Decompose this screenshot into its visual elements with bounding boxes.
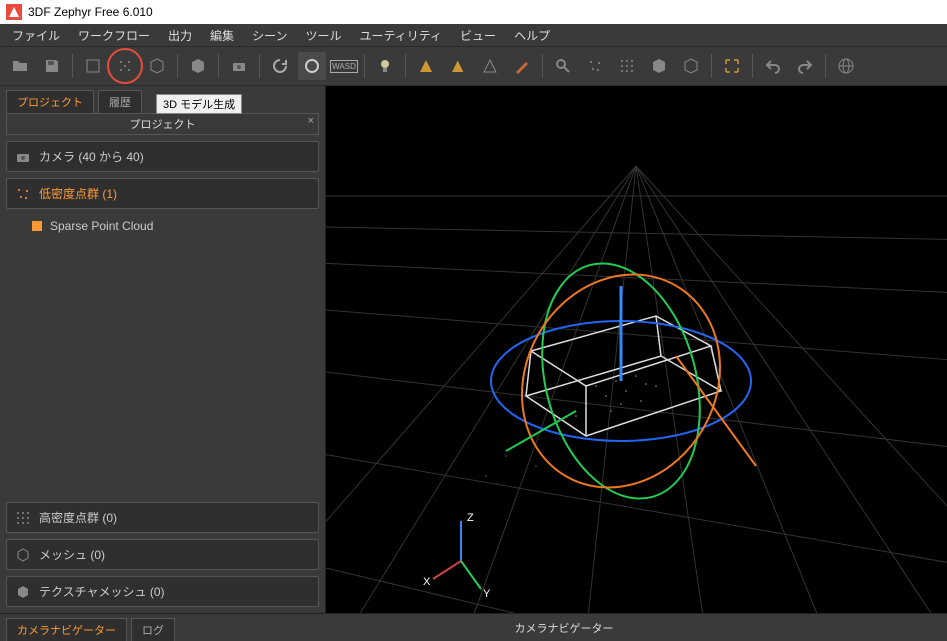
separator <box>259 54 260 78</box>
bottom-tabs: カメラナビゲーター ログ <box>0 614 181 641</box>
textured-mesh-icon <box>15 584 31 600</box>
tab-project[interactable]: プロジェクト <box>6 90 94 113</box>
window-title: 3DF Zephyr Free 6.010 <box>28 5 153 19</box>
panel-title: プロジェクト <box>130 119 196 131</box>
textured-mesh-label: テクスチャメッシュ (0) <box>39 583 165 600</box>
generate-3d-model-icon[interactable] <box>111 52 139 80</box>
mesh-icon <box>15 547 31 563</box>
menu-edit[interactable]: 編集 <box>202 25 242 46</box>
bottom-bar: カメラナビゲーター ログ カメラナビゲーター <box>0 613 947 641</box>
orbit-icon[interactable] <box>298 52 326 80</box>
bottom-panel-title: カメラナビゲーター <box>181 620 947 636</box>
axis-x-label: X <box>423 576 431 588</box>
menu-help[interactable]: ヘルプ <box>506 25 558 46</box>
mesh-item[interactable]: メッシュ (0) <box>6 539 319 570</box>
points-icon[interactable] <box>581 52 609 80</box>
refresh-icon[interactable] <box>266 52 294 80</box>
separator <box>825 54 826 78</box>
toolbar: WASD <box>0 46 947 86</box>
tri-icon-1[interactable] <box>412 52 440 80</box>
separator <box>177 54 178 78</box>
undo-icon[interactable] <box>759 52 787 80</box>
tri-icon-2[interactable] <box>444 52 472 80</box>
light-icon[interactable] <box>371 52 399 80</box>
mesh-label: メッシュ (0) <box>39 546 105 563</box>
dense-icon[interactable] <box>613 52 641 80</box>
menu-tools[interactable]: ツール <box>297 25 349 46</box>
sparse-child-label: Sparse Point Cloud <box>50 219 153 233</box>
redo-icon[interactable] <box>791 52 819 80</box>
separator <box>364 54 365 78</box>
separator <box>711 54 712 78</box>
tri-icon-3[interactable] <box>476 52 504 80</box>
save-icon[interactable] <box>38 52 66 80</box>
menu-file[interactable]: ファイル <box>4 25 68 46</box>
separator <box>72 54 73 78</box>
cameras-label: カメラ (40 から 40) <box>39 148 144 165</box>
solid-cube-icon[interactable] <box>645 52 673 80</box>
menubar: ファイル ワークフロー 出力 編集 シーン ツール ユーティリティ ビュー ヘル… <box>0 24 947 46</box>
menu-workflow[interactable]: ワークフロー <box>70 25 158 46</box>
separator <box>218 54 219 78</box>
3d-viewport[interactable]: Z X Y <box>326 86 947 613</box>
separator <box>752 54 753 78</box>
separator <box>542 54 543 78</box>
titlebar: 3DF Zephyr Free 6.010 <box>0 0 947 24</box>
color-swatch <box>32 221 42 231</box>
tab-history[interactable]: 履歴 <box>98 90 142 113</box>
menu-utility[interactable]: ユーティリティ <box>351 25 450 46</box>
new-project-icon[interactable] <box>79 52 107 80</box>
globe-icon[interactable] <box>832 52 860 80</box>
menu-scene[interactable]: シーン <box>244 25 295 46</box>
tab-camera-navigator[interactable]: カメラナビゲーター <box>6 618 127 641</box>
sparse-child-item[interactable]: Sparse Point Cloud <box>6 215 319 237</box>
tab-log[interactable]: ログ <box>131 618 175 641</box>
inspect-icon[interactable] <box>549 52 577 80</box>
brush-icon[interactable] <box>508 52 536 80</box>
tooltip-3d-model-gen: 3D モデル生成 <box>156 94 242 114</box>
wire-cube-icon[interactable] <box>677 52 705 80</box>
panel-header: プロジェクト × <box>6 113 319 135</box>
dense-cloud-label: 高密度点群 (0) <box>39 509 117 526</box>
close-icon[interactable]: × <box>308 115 314 127</box>
separator <box>405 54 406 78</box>
sparse-cloud-label: 低密度点群 (1) <box>39 185 117 202</box>
menu-view[interactable]: ビュー <box>452 25 504 46</box>
sidebar: プロジェクト 履歴 プロジェクト × カメラ (40 から 40) 低密度点群 … <box>0 86 326 613</box>
cube-icon[interactable] <box>184 52 212 80</box>
dense-points-icon <box>15 510 31 526</box>
open-icon[interactable] <box>6 52 34 80</box>
mesh-gen-icon[interactable] <box>143 52 171 80</box>
textured-mesh-item[interactable]: テクスチャメッシュ (0) <box>6 576 319 607</box>
sparse-cloud-item[interactable]: 低密度点群 (1) <box>6 178 319 209</box>
menu-export[interactable]: 出力 <box>160 25 200 46</box>
cameras-item[interactable]: カメラ (40 から 40) <box>6 141 319 172</box>
camera-icon <box>15 149 31 165</box>
axis-z-label: Z <box>467 512 474 524</box>
points-icon <box>15 186 31 202</box>
axis-y-label: Y <box>483 588 491 600</box>
fullscreen-icon[interactable] <box>718 52 746 80</box>
wasd-icon[interactable]: WASD <box>330 52 358 80</box>
camera-icon[interactable] <box>225 52 253 80</box>
dense-cloud-item[interactable]: 高密度点群 (0) <box>6 502 319 533</box>
app-logo <box>6 4 22 20</box>
